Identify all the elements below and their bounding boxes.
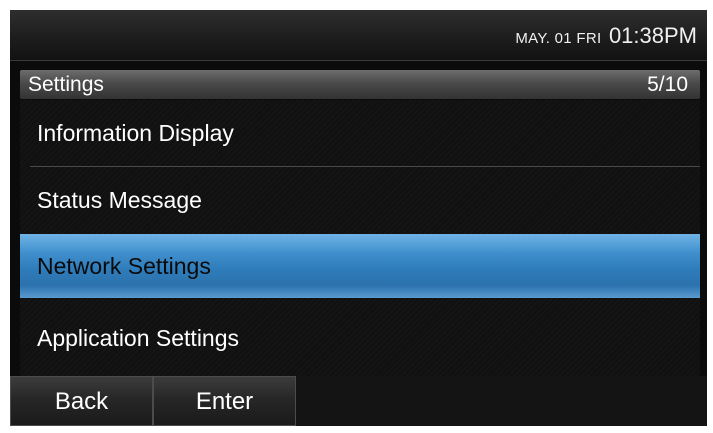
settings-header: Settings 5/10 — [20, 70, 700, 99]
page-title: Settings — [28, 73, 104, 96]
menu-item-application-settings[interactable]: Application Settings — [20, 306, 700, 372]
enter-button[interactable]: Enter — [153, 376, 296, 426]
menu-item-network-settings[interactable]: Network Settings — [20, 234, 700, 298]
settings-menu-list: Information Display Status Message Netwo… — [20, 100, 700, 376]
back-button[interactable]: Back — [10, 376, 153, 426]
phone-screen: MAY. 01 FRI 01:38PM Settings 5/10 Inform… — [10, 10, 707, 426]
menu-item-status-message[interactable]: Status Message — [20, 166, 700, 232]
menu-item-label: Network Settings — [37, 253, 211, 279]
menu-item-information-display[interactable]: Information Display — [20, 100, 700, 166]
time-label: 01:38PM — [608, 23, 697, 48]
back-button-label: Back — [54, 388, 109, 415]
status-bar: MAY. 01 FRI 01:38PM — [10, 10, 707, 61]
menu-item-label: Information Display — [37, 120, 234, 146]
menu-item-label: Status Message — [37, 187, 202, 213]
enter-button-label: Enter — [195, 388, 254, 415]
date-time-display: MAY. 01 FRI 01:38PM — [515, 10, 697, 61]
menu-item-label: Application Settings — [37, 325, 240, 351]
page-indicator: 5/10 — [647, 73, 688, 96]
softkey-bar: Back Enter — [10, 376, 707, 426]
date-label: MAY. 01 FRI — [515, 30, 602, 47]
